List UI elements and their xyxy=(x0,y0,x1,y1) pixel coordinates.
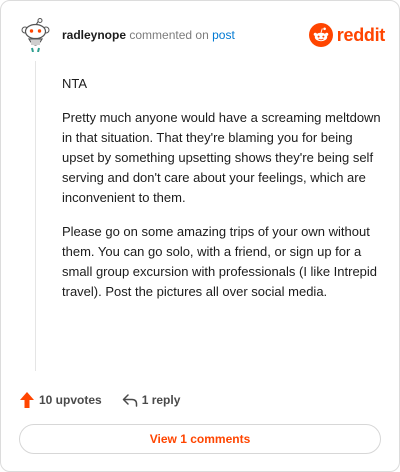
comment-card: radleynope commented on post reddit NTA … xyxy=(0,0,400,472)
commented-on-label: commented on xyxy=(129,28,209,42)
comment-body: NTA Pretty much anyone would have a scre… xyxy=(62,74,382,316)
post-link[interactable]: post xyxy=(212,28,235,42)
comment-meta: radleynope commented on post xyxy=(62,28,235,42)
reddit-logo[interactable]: reddit xyxy=(308,22,386,48)
comment-paragraph: Pretty much anyone would have a screamin… xyxy=(62,110,381,205)
reply-button[interactable]: 1 reply xyxy=(122,393,181,407)
comment-actions: 10 upvotes 1 reply xyxy=(19,389,180,411)
upvote-button[interactable]: 10 upvotes xyxy=(19,391,102,409)
view-comments-button[interactable]: View 1 comments xyxy=(19,424,381,454)
snoo-avatar-icon[interactable] xyxy=(19,18,51,52)
reddit-snoo-icon xyxy=(308,23,333,47)
comment-paragraph: NTA xyxy=(62,76,88,91)
username-link[interactable]: radleynope xyxy=(62,28,126,42)
reply-arrow-icon xyxy=(122,394,137,407)
thread-line xyxy=(35,61,36,371)
upvote-count: 10 upvotes xyxy=(39,393,102,407)
reply-count: 1 reply xyxy=(141,393,181,407)
comment-paragraph: Please go on some amazing trips of your … xyxy=(62,224,378,299)
comment-header: radleynope commented on post reddit xyxy=(19,18,385,52)
reddit-wordmark: reddit xyxy=(336,24,386,45)
upvote-arrow-icon xyxy=(20,392,34,408)
